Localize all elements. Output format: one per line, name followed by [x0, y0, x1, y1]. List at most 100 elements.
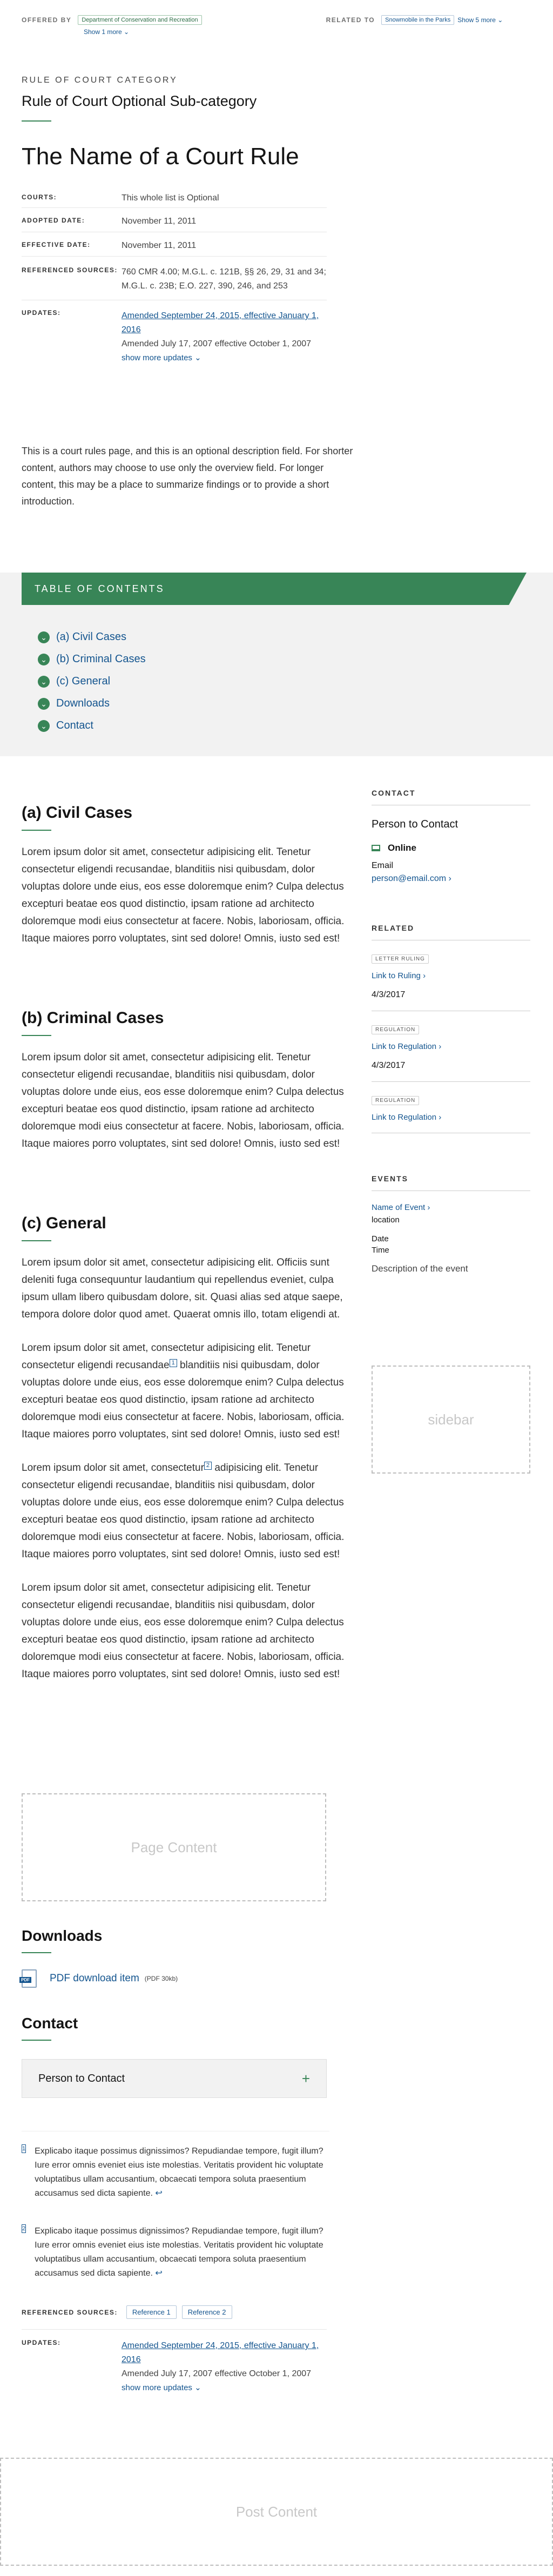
related-item-date: 4/3/2017	[372, 990, 406, 999]
contact-sidebar-heading: CONTACT	[372, 789, 416, 797]
toc-item[interactable]: ⌄ Contact	[38, 719, 146, 732]
footnote-ref-1[interactable]: 1	[169, 1358, 177, 1367]
related-item-link[interactable]: Link to Regulation ›	[372, 1113, 530, 1122]
general-heading: (c) General	[22, 1214, 106, 1232]
show-more-updates-link[interactable]: show more updates ⌄	[122, 353, 201, 362]
arrow-icon: ›	[448, 874, 451, 883]
show-more-updates-label: show more updates	[122, 353, 192, 362]
related-item-tag: REGULATION	[372, 1096, 420, 1105]
toc-item[interactable]: ⌄ (b) Criminal Cases	[38, 653, 146, 665]
chevron-down-icon: ⌄	[38, 697, 50, 710]
return-arrow-icon[interactable]: ↩	[155, 2269, 162, 2278]
related-item-link[interactable]: Link to Ruling ›	[372, 971, 530, 980]
contact-name: Person to Contact	[372, 818, 458, 830]
chevron-down-icon: ⌄	[124, 28, 130, 36]
contact-heading: Contact	[22, 2015, 78, 2032]
reference-tag-2[interactable]: Reference 2	[181, 2305, 232, 2319]
reference-tag-1[interactable]: Reference 1	[126, 2305, 177, 2319]
offered-by-tag[interactable]: Department of Conservation and Recreatio…	[78, 15, 202, 25]
related-item: LETTER RULING Link to Ruling › 4/3/2017	[372, 940, 530, 1011]
referenced-value-2: M.G.L. c. 23B; E.O. 227, 390, 246, and 2…	[122, 281, 288, 291]
toc-link-contact[interactable]: Contact	[56, 719, 93, 732]
general-paragraph-3-text-b: adipisicing elit. Tenetur consectetur el…	[22, 1462, 345, 1560]
toc-list: ⌄ (a) Civil Cases ⌄ (b) Criminal Cases ⌄ (c…	[38, 631, 146, 742]
adopted-value: November 11, 2011	[122, 217, 197, 226]
footer-update-link[interactable]: Amended September 24, 2015, effective Ja…	[122, 2339, 327, 2367]
general-paragraph-3: Lorem ipsum dolor sit amet, consectetur 2…	[22, 1459, 346, 1563]
general-paragraph-2: Lorem ipsum dolor sit amet, consectetur …	[22, 1340, 346, 1443]
related-item-date: 4/3/2017	[372, 1061, 406, 1070]
toc-link-downloads[interactable]: Downloads	[56, 697, 110, 710]
footnote-item: 1 Explicabo itaque possimus dignissimos?…	[22, 2144, 329, 2201]
event-name: Name of Event	[372, 1203, 426, 1212]
criminal-paragraph: Lorem ipsum dolor sit amet, consectetur …	[22, 1052, 345, 1149]
toc-link-criminal[interactable]: (b) Criminal Cases	[56, 653, 146, 665]
pdf-icon: PDF	[19, 1969, 37, 1988]
chevron-down-icon: ⌄	[497, 16, 503, 24]
related-item: REGULATION Link to Regulation ›	[372, 1082, 530, 1133]
toc-title: TABLE OF CONTENTS	[35, 583, 165, 594]
post-content-placeholder: Post Content	[0, 2458, 553, 2566]
contact-accordion[interactable]: Person to Contact +	[22, 2059, 327, 2098]
contact-rule	[22, 2040, 51, 2041]
civil-paragraph: Lorem ipsum dolor sit amet, consectetur …	[22, 846, 345, 944]
chevron-down-icon: ⌄	[38, 719, 50, 732]
category-eyebrow: RULE OF COURT CATEGORY	[22, 76, 178, 85]
email-label: Email	[372, 861, 394, 870]
downloads-rule	[22, 1952, 51, 1953]
update-link[interactable]: Amended September 24, 2015, effective Ja…	[122, 309, 327, 337]
courts-label: COURTS:	[22, 193, 57, 201]
event-link[interactable]: Name of Event ›	[372, 1203, 530, 1212]
footnote-item: 2 Explicabo itaque possimus dignissimos?…	[22, 2224, 329, 2281]
referenced-value-1: 760 CMR 4.00; M.G.L. c. 121B, §§ 26, 29,…	[122, 267, 326, 277]
footer-show-more-updates-link[interactable]: show more updates ⌄	[122, 2383, 201, 2392]
footnote-ref-2[interactable]: 2	[204, 1461, 212, 1470]
sidebar-placeholder: sidebar	[372, 1366, 530, 1474]
downloads-heading: Downloads	[22, 1927, 103, 1944]
pdf-size: (PDF 30kb)	[144, 1975, 178, 1982]
toc-item[interactable]: ⌄ (c) General	[38, 675, 146, 688]
toc-item[interactable]: ⌄ Downloads	[38, 697, 146, 710]
chevron-down-icon: ⌄	[38, 631, 50, 643]
toc-link-general[interactable]: (c) General	[56, 675, 110, 688]
event-date: Date	[372, 1234, 389, 1243]
plus-icon: +	[301, 2070, 310, 2087]
footer-referenced-label: REFERENCED SOURCES:	[22, 2308, 118, 2316]
pdf-download-link[interactable]: PDF download item	[50, 1973, 139, 1985]
section-general: (c) General Lorem ipsum dolor sit amet, …	[22, 1214, 346, 1683]
show-more-related-label: Show 5 more	[457, 16, 496, 24]
page-title: The Name of a Court Rule	[22, 143, 299, 170]
show-more-offered-link[interactable]: Show 1 more ⌄	[84, 28, 129, 36]
related-item-tag: REGULATION	[372, 1025, 420, 1034]
arrow-icon: ›	[439, 1113, 442, 1122]
chevron-down-icon: ⌄	[38, 653, 50, 665]
civil-heading: (a) Civil Cases	[22, 804, 133, 822]
toc-link-civil[interactable]: (a) Civil Cases	[56, 631, 126, 643]
arrow-icon: ›	[427, 1203, 430, 1212]
updates-label: UPDATES:	[22, 309, 61, 317]
page-content-placeholder: Page Content	[22, 1793, 326, 1901]
footnote-text-body: Explicabo itaque possimus dignissimos? R…	[35, 2147, 323, 2198]
section-civil: (a) Civil Cases Lorem ipsum dolor sit am…	[22, 804, 346, 947]
divider	[22, 2329, 327, 2330]
related-item: REGULATION Link to Regulation › 4/3/2017	[372, 1011, 530, 1082]
return-arrow-icon[interactable]: ↩	[155, 2189, 162, 2198]
email-link[interactable]: person@email.com ›	[372, 874, 530, 884]
chevron-down-icon: ⌄	[194, 2383, 201, 2392]
update-text: Amended July 17, 2007 effective October …	[122, 339, 312, 348]
intro-paragraph: This is a court rules page, and this is …	[22, 446, 353, 507]
footer-referenced: REFERENCED SOURCES: Reference 1 Referenc…	[22, 2305, 232, 2319]
laptop-icon	[372, 845, 380, 851]
related-item-link-label: Link to Regulation	[372, 1113, 437, 1122]
related-item-link-label: Link to Regulation	[372, 1042, 437, 1051]
toc-item[interactable]: ⌄ (a) Civil Cases	[38, 631, 146, 643]
event-description: Description of the event	[372, 1263, 468, 1274]
related-to-tag[interactable]: Snowmobile in the Parks	[381, 15, 455, 25]
related-item-link[interactable]: Link to Regulation ›	[372, 1042, 530, 1051]
footnotes: 1 Explicabo itaque possimus dignissimos?…	[22, 2131, 329, 2281]
chevron-down-icon: ⌄	[38, 675, 50, 688]
effective-value: November 11, 2011	[122, 241, 197, 250]
offered-by-label: OFFERED BY	[22, 16, 72, 24]
footer-update-text: Amended July 17, 2007 effective October …	[122, 2369, 312, 2378]
show-more-related-link[interactable]: Show 5 more ⌄	[457, 16, 503, 24]
